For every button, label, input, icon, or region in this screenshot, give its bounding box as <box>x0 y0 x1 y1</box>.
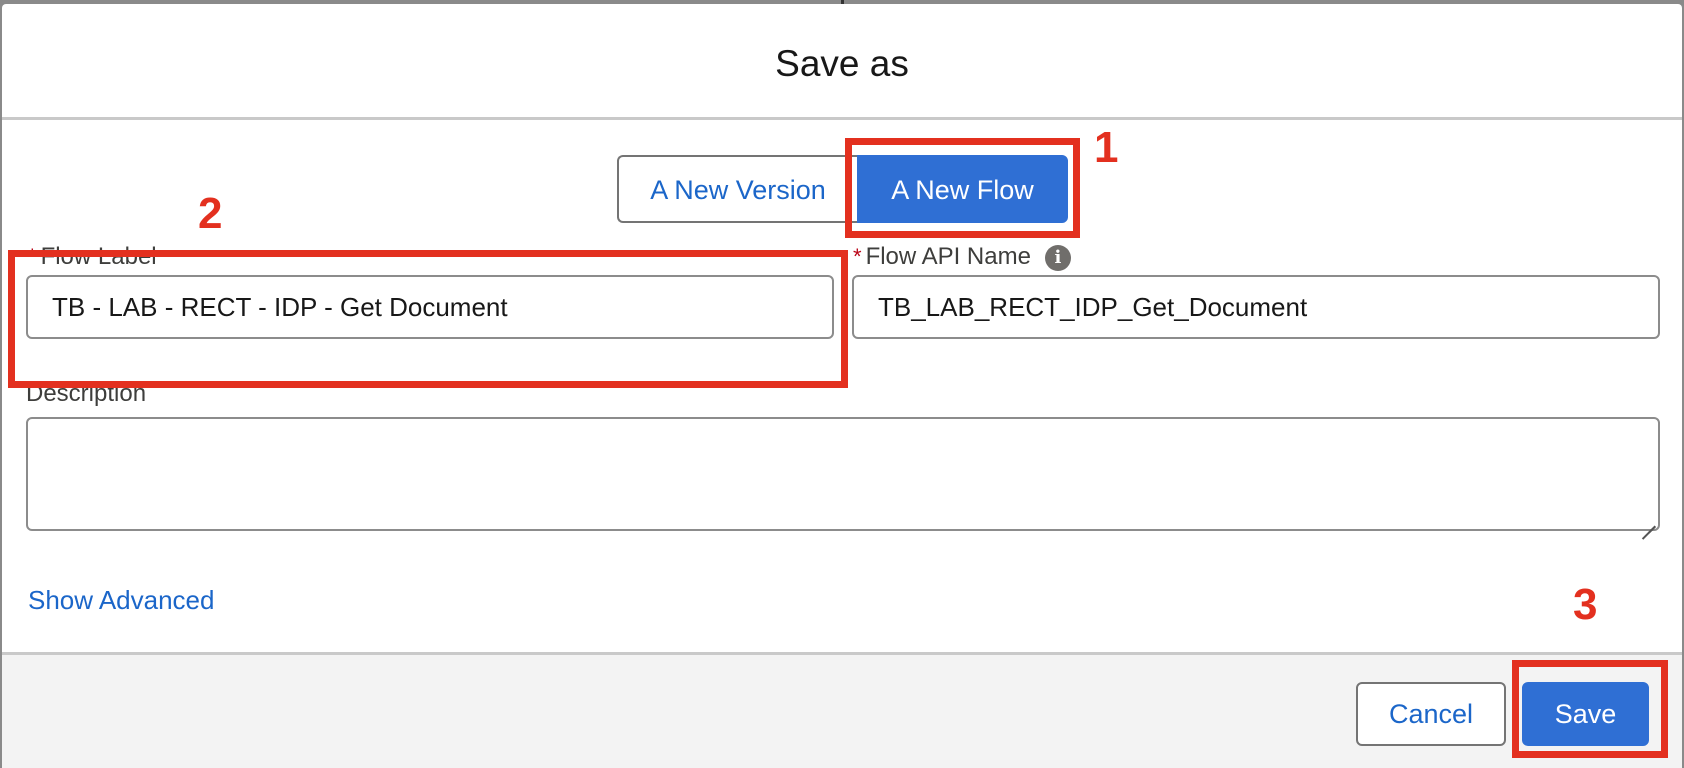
annotation-number-2: 2 <box>198 189 223 238</box>
new-version-button[interactable]: A New Version <box>617 155 857 223</box>
required-marker: * <box>853 244 862 269</box>
info-icon[interactable]: i <box>1044 245 1071 271</box>
annotation-number-3: 3 <box>1573 580 1598 629</box>
flow-api-name-label: * Flow API Name i <box>853 242 1071 272</box>
dialog-footer: Cancel Save <box>2 652 1682 768</box>
annotation-box-3 <box>1512 660 1668 758</box>
description-textarea[interactable] <box>26 417 1660 531</box>
annotation-box-2 <box>8 250 848 388</box>
dialog-title: Save as <box>775 43 909 84</box>
resize-handle-icon[interactable] <box>1642 513 1656 527</box>
flow-api-name-text: Flow API Name <box>865 243 1031 270</box>
cancel-button[interactable]: Cancel <box>1356 682 1506 746</box>
show-advanced-link[interactable]: Show Advanced <box>28 582 214 618</box>
dialog-header: Save as <box>2 4 1682 120</box>
flow-api-name-input[interactable]: TB_LAB_RECT_IDP_Get_Document <box>852 275 1660 339</box>
annotation-box-1 <box>845 138 1080 238</box>
annotation-number-1: 1 <box>1094 123 1119 172</box>
